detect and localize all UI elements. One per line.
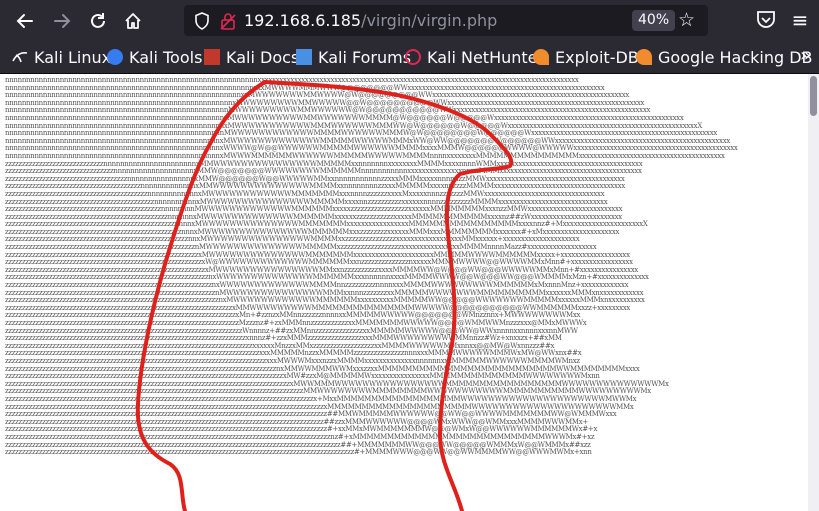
bookmark-kali-tools[interactable]: Kali Tools bbox=[107, 46, 202, 68]
bookmark-google-hacking-db[interactable]: Google Hacking DB bbox=[636, 46, 813, 68]
bookmark-label: Kali Forums bbox=[318, 47, 412, 67]
home-icon bbox=[125, 13, 141, 29]
browser-toolbar: 192.168.6.185/virgin/virgin.php 40% ☆ ≡ bbox=[0, 0, 819, 41]
bookmark-label: Exploit-DB bbox=[555, 47, 639, 67]
bookmark-label: Kali Linux bbox=[34, 47, 112, 67]
page-scrollbar[interactable] bbox=[808, 74, 819, 511]
kali-forums-icon bbox=[296, 49, 312, 65]
bookmark-kali-docs[interactable]: Kali Docs bbox=[204, 46, 299, 68]
zoom-indicator[interactable]: 40% bbox=[632, 10, 676, 31]
page-content: nnnnnnnnnnnnnnnnnnnnnnnnnnnnnnnnnnnnnnnn… bbox=[0, 74, 808, 511]
chevron-right-icon[interactable]: » bbox=[800, 45, 811, 66]
bookmark-kali-linux[interactable]: Kali Linux bbox=[12, 46, 111, 68]
url-path: /virgin/virgin.php bbox=[361, 11, 498, 30]
scrollbar-thumb[interactable] bbox=[810, 76, 817, 116]
nethunter-icon bbox=[405, 49, 421, 65]
reload-icon bbox=[91, 13, 105, 28]
bookmark-label: Kali Docs bbox=[226, 47, 300, 67]
bookmark-label: Google Hacking DB bbox=[658, 47, 813, 67]
bookmark-label: Kali NetHunter bbox=[427, 47, 545, 67]
bookmarks-toolbar: Kali Linux Kali Tools Kali Docs Kali For… bbox=[0, 41, 819, 74]
forward-button[interactable] bbox=[47, 6, 77, 36]
home-button[interactable] bbox=[118, 6, 148, 36]
bookmark-exploit-db[interactable]: Exploit-DB bbox=[533, 46, 639, 68]
forward-arrow-icon bbox=[54, 14, 71, 28]
bookmark-kali-nethunter[interactable]: Kali NetHunter bbox=[405, 46, 544, 68]
shield-icon[interactable] bbox=[194, 12, 210, 30]
ascii-art: nnnnnnnnnnnnnnnnnnnnnnnnnnnnnnnnnnnnnnnn… bbox=[5, 76, 738, 457]
url-host: 192.168.6.185 bbox=[244, 11, 362, 30]
bookmark-kali-forums[interactable]: Kali Forums bbox=[296, 46, 411, 68]
reload-button[interactable] bbox=[83, 6, 113, 36]
star-icon[interactable]: ☆ bbox=[678, 9, 695, 31]
lock-icon[interactable] bbox=[220, 12, 236, 30]
pocket-icon[interactable] bbox=[755, 9, 777, 31]
kali-docs-icon bbox=[204, 49, 220, 65]
address-bar[interactable]: 192.168.6.185/virgin/virgin.php 40% ☆ bbox=[184, 5, 708, 36]
hamburger-menu-icon[interactable]: ≡ bbox=[788, 8, 812, 32]
kali-dragon-icon bbox=[12, 49, 28, 65]
bookmark-label: Kali Tools bbox=[129, 47, 203, 67]
url-text[interactable]: 192.168.6.185/virgin/virgin.php bbox=[244, 11, 497, 30]
exploitdb-icon bbox=[533, 49, 549, 65]
back-arrow-icon bbox=[16, 14, 33, 28]
back-button[interactable] bbox=[10, 6, 40, 36]
ghdb-icon bbox=[636, 49, 652, 65]
kali-tools-icon bbox=[107, 49, 123, 65]
